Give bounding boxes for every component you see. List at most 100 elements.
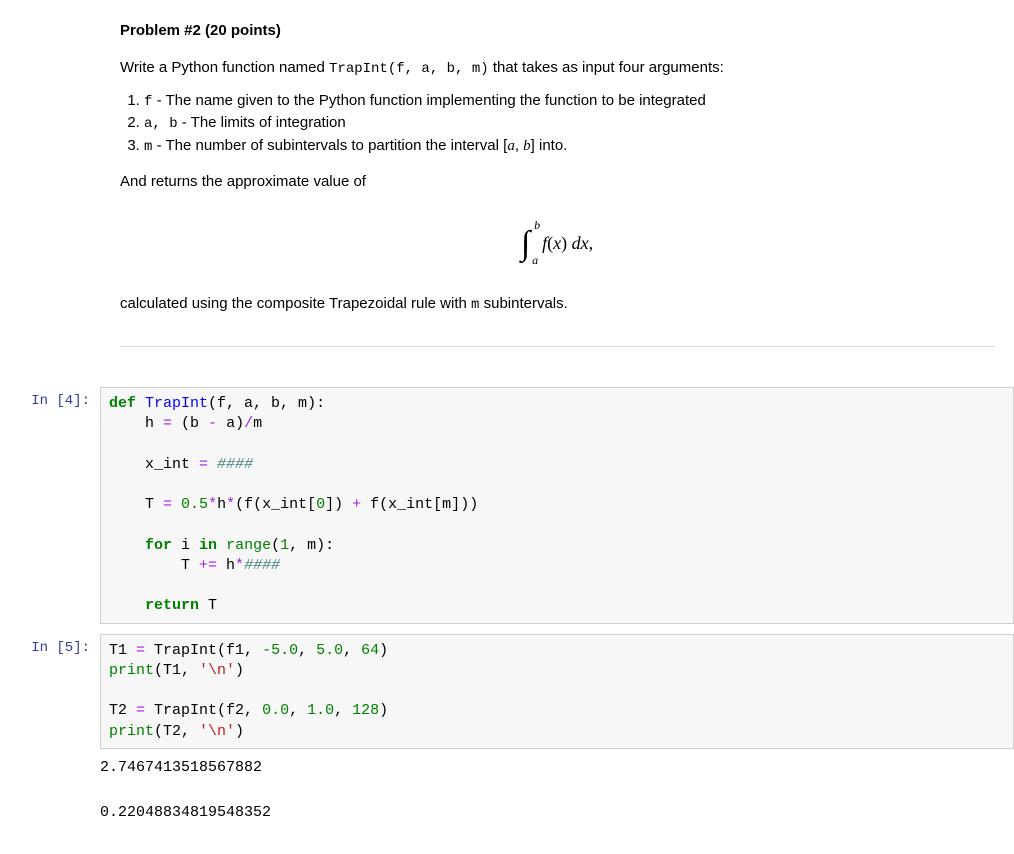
- tok-pluseq: +=: [199, 557, 217, 574]
- input-prompt: In [4]:: [0, 387, 100, 409]
- interval-comma: ,: [515, 137, 523, 154]
- tok: , m):: [289, 537, 334, 554]
- tok-num: 5.0: [316, 642, 343, 659]
- tok: [145, 702, 154, 719]
- tok-print: print: [109, 723, 154, 740]
- argument-list: f - The name given to the Python functio…: [120, 90, 994, 158]
- tok: ): [379, 702, 388, 719]
- tok-num: 1.0: [307, 702, 334, 719]
- tok: ,: [298, 642, 316, 659]
- tok: a): [217, 415, 244, 432]
- problem-heading: Problem #2 (20 points): [120, 20, 994, 43]
- tok-num: 64: [361, 642, 379, 659]
- returns-line: And returns the approximate value of: [120, 171, 994, 194]
- integrand-x: x: [553, 233, 561, 253]
- tok-print: print: [109, 662, 154, 679]
- arg-text: - The name given to the Python function …: [152, 92, 705, 109]
- tok-num: 128: [352, 702, 379, 719]
- tok-comment: ####: [217, 456, 253, 473]
- argument-item: f - The name given to the Python functio…: [144, 90, 994, 113]
- cell-body: T1 = TrapInt(f1, -5.0, 5.0, 64) print(T1…: [100, 634, 1014, 825]
- tok-for: for: [145, 537, 172, 554]
- tok-eq: =: [199, 456, 208, 473]
- tok: (f(x_int[: [235, 496, 316, 513]
- tok: i: [172, 537, 199, 554]
- section-divider: [120, 346, 994, 347]
- dx-x: x: [581, 233, 589, 253]
- argument-item: m - The number of subintervals to partit…: [144, 135, 994, 158]
- tok-str: '\n': [199, 723, 235, 740]
- tok: [145, 642, 154, 659]
- tok: [172, 496, 181, 513]
- tok: (b: [172, 415, 208, 432]
- tok-return: return: [145, 597, 199, 614]
- code-input-area[interactable]: def TrapInt(f, a, b, m): h = (b - a)/m x…: [100, 387, 1014, 624]
- tok-comment: ####: [244, 557, 280, 574]
- tok: T1: [109, 642, 136, 659]
- tok: ,: [289, 702, 307, 719]
- tok-eq: =: [163, 415, 172, 432]
- tok-div: /: [244, 415, 253, 432]
- tok-star: *: [208, 496, 217, 513]
- tok: T: [109, 496, 163, 513]
- intro-text-post: that takes as input four arguments:: [489, 59, 724, 76]
- tok: T: [109, 557, 199, 574]
- tok-num: 0.0: [262, 702, 289, 719]
- problem-intro: Write a Python function named TrapInt(f,…: [120, 57, 994, 80]
- closing-post: subintervals.: [479, 295, 567, 312]
- tok-plus: +: [352, 496, 361, 513]
- code-cell: In [5]: T1 = TrapInt(f1, -5.0, 5.0, 64) …: [0, 634, 1014, 825]
- arg-code: a, b: [144, 116, 178, 132]
- tok: h: [217, 557, 235, 574]
- integrand-close: ): [561, 233, 572, 253]
- tok: (T1,: [154, 662, 199, 679]
- integral-lower: a: [532, 251, 538, 269]
- arg-text: - The limits of integration: [178, 114, 346, 131]
- tok: m: [253, 415, 262, 432]
- code-input-area[interactable]: T1 = TrapInt(f1, -5.0, 5.0, 64) print(T1…: [100, 634, 1014, 749]
- tok-str: '\n': [199, 662, 235, 679]
- notebook: Problem #2 (20 points) Write a Python fu…: [0, 0, 1014, 854]
- tok: h: [217, 496, 226, 513]
- output-area: 2.7467413518567882 0.22048834819548352: [100, 749, 1014, 825]
- dx-d: d: [572, 233, 581, 253]
- tok-sig: (f, a, b, m):: [208, 395, 325, 412]
- tok: x_int: [109, 456, 199, 473]
- integral-display: ∫ b a f(x) dx,: [120, 218, 994, 269]
- tok: h: [109, 415, 163, 432]
- tok-eq: =: [136, 642, 145, 659]
- tok-fname: TrapInt: [145, 395, 208, 412]
- tok: (T2,: [154, 723, 199, 740]
- closing-pre: calculated using the composite Trapezoid…: [120, 295, 471, 312]
- tok: T: [199, 597, 217, 614]
- tok-minus: -: [208, 415, 217, 432]
- tok-def: def: [109, 395, 136, 412]
- intro-code: TrapInt(f, a, b, m): [329, 61, 489, 77]
- integral-comma: ,: [589, 233, 594, 253]
- interval-var-b: b: [523, 138, 531, 154]
- tok-star: *: [235, 557, 244, 574]
- tok: TrapInt(f1,: [154, 642, 262, 659]
- tok-eq: =: [163, 496, 172, 513]
- interval-var-a: a: [507, 138, 515, 154]
- input-prompt: In [5]:: [0, 634, 100, 656]
- tok: ]): [325, 496, 352, 513]
- tok: [208, 456, 217, 473]
- intro-text-pre: Write a Python function named: [120, 59, 329, 76]
- integral-upper: b: [534, 216, 540, 234]
- argument-item: a, b - The limits of integration: [144, 112, 994, 135]
- tok: ): [379, 642, 388, 659]
- tok-star: *: [226, 496, 235, 513]
- tok-eq: =: [136, 702, 145, 719]
- tok: [217, 537, 226, 554]
- arg-text-pre: - The number of subintervals to partitio…: [152, 137, 507, 154]
- integral-sign-icon: ∫ b a: [521, 218, 530, 269]
- arg-text-post: ] into.: [531, 137, 568, 154]
- tok: ): [235, 723, 244, 740]
- tok: T2: [109, 702, 136, 719]
- tok-in: in: [199, 537, 217, 554]
- code-cell: In [4]: def TrapInt(f, a, b, m): h = (b …: [0, 387, 1014, 624]
- tok-range: range: [226, 537, 271, 554]
- integrand: f(x) dx,: [542, 230, 593, 257]
- cell-body: def TrapInt(f, a, b, m): h = (b - a)/m x…: [100, 387, 1014, 624]
